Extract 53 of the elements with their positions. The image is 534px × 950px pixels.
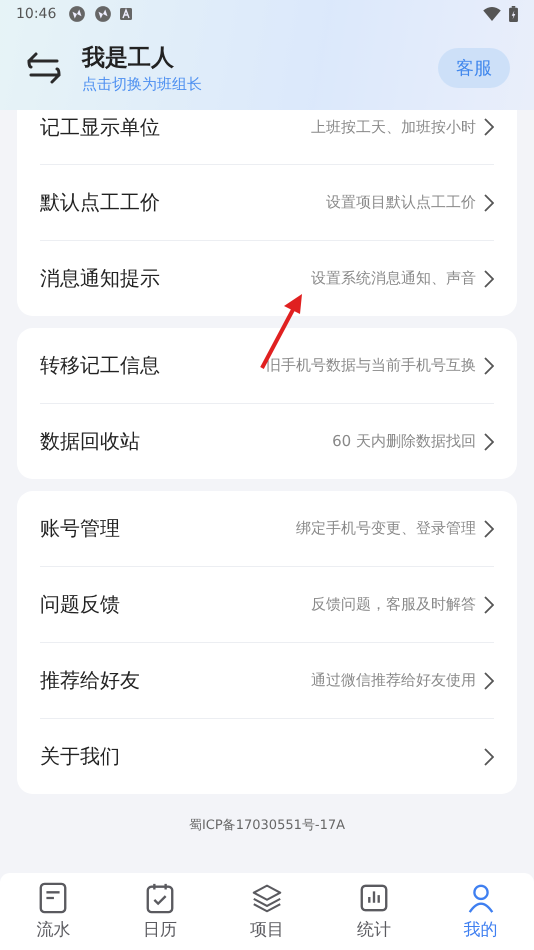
app-notification-icon <box>94 5 112 23</box>
document-icon <box>38 882 68 914</box>
settings-row[interactable]: 关于我们 <box>40 719 494 794</box>
row-label: 账号管理 <box>40 515 120 542</box>
chevron-right-icon <box>484 520 494 538</box>
nav-tab[interactable]: 我的 <box>427 873 534 950</box>
settings-row[interactable]: 转移记工信息 旧手机号数据与当前手机号互换 <box>40 328 494 404</box>
settings-row[interactable]: 数据回收站 60 天内删除数据找回 <box>40 404 494 479</box>
row-label: 记工显示单位 <box>40 114 160 140</box>
app-notification-icon <box>68 5 86 23</box>
chevron-right-icon <box>484 118 494 136</box>
chevron-right-icon <box>484 356 494 374</box>
row-label: 问题反馈 <box>40 591 120 618</box>
settings-row[interactable]: 记工显示单位 上班按工天、加班按小时 <box>40 110 494 165</box>
row-detail: 设置项目默认点工工价 <box>325 193 476 212</box>
row-detail: 上班按工天、加班按小时 <box>310 118 476 136</box>
chevron-right-icon <box>484 194 494 212</box>
battery-icon <box>509 6 518 22</box>
row-label: 关于我们 <box>40 743 120 770</box>
row-label: 转移记工信息 <box>40 352 160 379</box>
switch-icon[interactable] <box>26 50 62 86</box>
chevron-right-icon <box>484 748 494 766</box>
settings-row[interactable]: 问题反馈 反馈问题，客服及时解答 <box>40 567 494 643</box>
nav-tab[interactable]: 流水 <box>0 873 107 950</box>
wifi-icon <box>483 7 501 21</box>
row-detail: 反馈问题，客服及时解答 <box>310 595 476 614</box>
row-label: 数据回收站 <box>40 428 140 455</box>
row-detail: 通过微信推荐给好友使用 <box>310 671 476 690</box>
chevron-right-icon <box>484 432 494 450</box>
settings-row[interactable]: 账号管理 绑定手机号变更、登录管理 <box>40 491 494 567</box>
layers-icon <box>252 882 282 914</box>
chevron-right-icon <box>484 672 494 690</box>
bar-chart-icon <box>358 882 389 914</box>
icp-number: 蜀ICP备17030551号-17A <box>188 817 346 834</box>
chevron-right-icon <box>484 270 494 288</box>
nav-tab[interactable]: 项目 <box>214 873 320 950</box>
nav-tab[interactable]: 日历 <box>106 873 214 950</box>
status-time: 10:46 <box>16 6 56 22</box>
row-label: 消息通知提示 <box>40 265 160 292</box>
settings-row[interactable]: 推荐给好友 通过微信推荐给好友使用 <box>40 643 494 719</box>
row-detail: 60 天内删除数据找回 <box>331 432 476 451</box>
row-label: 推荐给好友 <box>40 667 140 694</box>
keyboard-notification-icon <box>120 8 132 20</box>
row-label: 默认点工工价 <box>40 189 160 216</box>
chevron-right-icon <box>484 596 494 614</box>
nav-tab[interactable]: 统计 <box>320 873 428 950</box>
role-title: 我是工人 <box>82 44 175 73</box>
row-detail: 设置系统消息通知、声音 <box>310 269 476 288</box>
row-detail: 旧手机号数据与当前手机号互换 <box>265 356 476 375</box>
calendar-icon <box>145 882 176 914</box>
row-detail: 绑定手机号变更、登录管理 <box>295 519 476 538</box>
settings-row[interactable]: 默认点工工价 设置项目默认点工工价 <box>40 165 494 241</box>
settings-row[interactable]: 消息通知提示 设置系统消息通知、声音 <box>40 241 494 316</box>
